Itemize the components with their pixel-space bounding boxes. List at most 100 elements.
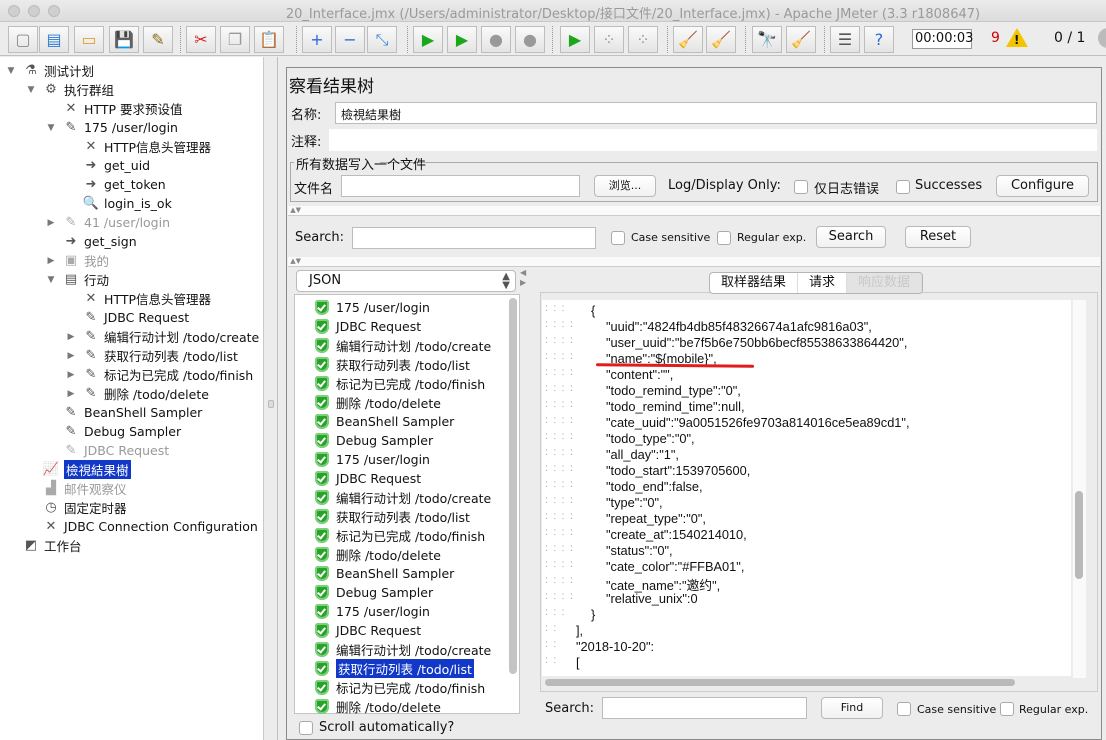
open-button[interactable]: ▭ (74, 26, 104, 53)
collapse-button[interactable]: − (335, 26, 365, 53)
start-button[interactable]: ▶ (413, 26, 443, 53)
tree-node[interactable]: ▟ 邮件观察仪 (26, 479, 127, 498)
tree-node[interactable]: ✕ JDBC Connection Configuration (26, 517, 258, 536)
tree-node[interactable]: ✎ Debug Sampler (46, 422, 182, 441)
collapsed-arrow-icon[interactable]: ▶ (66, 370, 76, 380)
result-list-item[interactable]: Debug Sampler (315, 583, 433, 602)
comment-input[interactable] (329, 129, 1097, 151)
result-list-item[interactable]: 删除 /todo/delete (315, 393, 441, 412)
expanded-arrow-icon[interactable]: ▼ (6, 66, 16, 76)
toggle-button[interactable]: ⤡ (367, 26, 397, 53)
copy-button[interactable]: ❐ (220, 26, 250, 53)
tree-node[interactable]: ▶ ✎ 删除 /todo/delete (66, 384, 209, 403)
result-list-item[interactable]: 删除 /todo/delete (315, 697, 441, 716)
regex-checkbox[interactable] (717, 231, 731, 245)
reset-button[interactable]: Reset (905, 226, 971, 248)
find-button[interactable]: Find (821, 697, 883, 719)
tree-node[interactable]: ▶ ✎ 获取行动列表 /todo/list (66, 346, 238, 365)
templates-button[interactable]: ▤ (39, 26, 69, 53)
name-input[interactable]: 檢視結果樹 (335, 102, 1097, 124)
tree-node[interactable]: ✕ HTTP信息头管理器 (66, 289, 211, 308)
collapsed-arrow-icon[interactable]: ▶ (66, 389, 76, 399)
result-list-item[interactable]: 标记为已完成 /todo/finish (315, 374, 485, 393)
save-as-button[interactable]: ✎ (143, 26, 173, 53)
tree-node[interactable]: ✎ BeanShell Sampler (46, 403, 203, 422)
browse-button[interactable]: 浏览... (594, 175, 656, 197)
tab-2[interactable]: 响应数据 (847, 273, 923, 293)
collapsed-arrow-icon[interactable]: ▶ (66, 332, 76, 342)
cut-button[interactable]: ✂ (186, 26, 216, 53)
splitter-bar-top[interactable]: ▲▼ (288, 206, 1100, 216)
clear-all-button[interactable]: 🧹 (706, 26, 736, 53)
result-list-item[interactable]: 175 /user/login (315, 450, 430, 469)
result-list-item[interactable]: 获取行动列表 /todo/list (315, 355, 470, 374)
result-list-item[interactable]: 删除 /todo/delete (315, 545, 441, 564)
response-vscroll-thumb[interactable] (1075, 491, 1083, 579)
successes-checkbox[interactable] (896, 180, 910, 194)
find-case-checkbox[interactable] (897, 702, 911, 716)
help-button[interactable]: ? (864, 26, 894, 53)
tab-1[interactable]: 请求 (798, 273, 848, 293)
tree-node[interactable]: ✕ HTTP 要求预设值 (46, 99, 183, 118)
tree-node[interactable]: ▼ ✎ 175 /user/login (46, 118, 178, 137)
function-helper-button[interactable]: ☰ (830, 26, 860, 53)
result-list-item[interactable]: 获取行动列表 /todo/list (315, 507, 470, 526)
expanded-arrow-icon[interactable]: ▼ (26, 85, 36, 95)
tree-node[interactable]: ✎ JDBC Request (46, 441, 170, 460)
tree-node[interactable]: ▼ ⚗ 测试计划 (6, 61, 94, 80)
response-hscroll-thumb[interactable] (545, 679, 1015, 686)
filename-input[interactable] (341, 175, 580, 197)
reset-search-button[interactable]: 🧹 (786, 26, 816, 53)
response-data-view[interactable]: : : : {: : : : "uuid":"4824fb4db85f4832667… (542, 300, 1071, 676)
collapsed-arrow-icon[interactable]: ▶ (46, 256, 56, 266)
collapsed-arrow-icon[interactable]: ▶ (46, 218, 56, 228)
case-sensitive-checkbox[interactable] (611, 231, 625, 245)
tree-node[interactable]: ✕ HTTP信息头管理器 (66, 137, 211, 156)
result-list-item[interactable]: JDBC Request (315, 317, 421, 336)
remote-stop-button[interactable]: ⁘ (594, 26, 624, 53)
tree-node[interactable]: ▼ ▤ 行动 (46, 270, 109, 289)
stop-button[interactable]: ● (481, 26, 511, 53)
tree-node[interactable]: ◩ 工作台 (6, 536, 82, 555)
collapsed-arrow-icon[interactable]: ▶ (66, 351, 76, 361)
paste-button[interactable]: 📋 (254, 26, 284, 53)
tree-node[interactable]: ✎ JDBC Request (66, 308, 190, 327)
test-plan-tree[interactable]: ▼ ⚗ 测试计划 ▼ ⚙ 执行群组 ✕ HTTP 要求预设值 ▼ ✎ 175 /user/login… (0, 57, 264, 740)
scroll-auto-checkbox[interactable] (299, 721, 313, 735)
start-no-pause-button[interactable]: ▶ (447, 26, 477, 53)
find-regex-checkbox[interactable] (1000, 702, 1014, 716)
result-list-item[interactable]: Debug Sampler (315, 431, 433, 450)
result-list-item[interactable]: BeanShell Sampler (315, 564, 454, 583)
expanded-arrow-icon[interactable]: ▼ (46, 275, 56, 285)
clear-button[interactable]: 🧹 (673, 26, 703, 53)
new-button[interactable]: ▢ (8, 26, 38, 53)
main-splitter[interactable] (264, 57, 278, 740)
result-list-item[interactable]: JDBC Request (315, 469, 421, 488)
result-list-item[interactable]: 175 /user/login (315, 298, 430, 317)
remote-shutdown-button[interactable]: ⁘ (628, 26, 658, 53)
tree-node[interactable]: ▶ ✎ 41 /user/login (46, 213, 171, 232)
split-arrows-icon[interactable]: ◀ ▶ (520, 268, 526, 288)
result-list-item[interactable]: 编辑行动计划 /todo/create (315, 488, 491, 507)
sample-results-list[interactable]: 175 /user/login JDBC Request 编辑行动计划 /todo/… (294, 294, 520, 716)
response-vscroll-track[interactable] (1072, 300, 1086, 678)
tree-node[interactable]: 📈 檢視結果樹 (26, 460, 131, 479)
tree-node[interactable]: 🔍 login_is_ok (66, 194, 172, 213)
splitter-handle[interactable] (268, 400, 274, 408)
result-list-item[interactable]: 标记为已完成 /todo/finish (315, 526, 485, 545)
splitter-bar-bottom[interactable]: ▲▼ (288, 257, 1100, 267)
tree-node[interactable]: ➜ get_uid (66, 156, 151, 175)
shutdown-button[interactable]: ● (515, 26, 545, 53)
tree-node[interactable]: ➜ get_sign (46, 232, 137, 251)
result-list-item[interactable]: 175 /user/login (315, 602, 430, 621)
tree-node[interactable]: ▶ ✎ 编辑行动计划 /todo/create (66, 327, 260, 346)
tree-node[interactable]: ▼ ⚙ 执行群组 (26, 80, 114, 99)
tree-node[interactable]: ➜ get_token (66, 175, 166, 194)
results-list-scrollbar[interactable] (509, 298, 517, 674)
search-input[interactable] (352, 227, 596, 249)
search-button[interactable]: 🔭 (752, 26, 782, 53)
result-list-item[interactable]: 编辑行动计划 /todo/create (315, 640, 491, 659)
result-list-item[interactable]: 编辑行动计划 /todo/create (315, 336, 491, 355)
find-input[interactable] (602, 697, 807, 719)
expand-button[interactable]: + (302, 26, 332, 53)
